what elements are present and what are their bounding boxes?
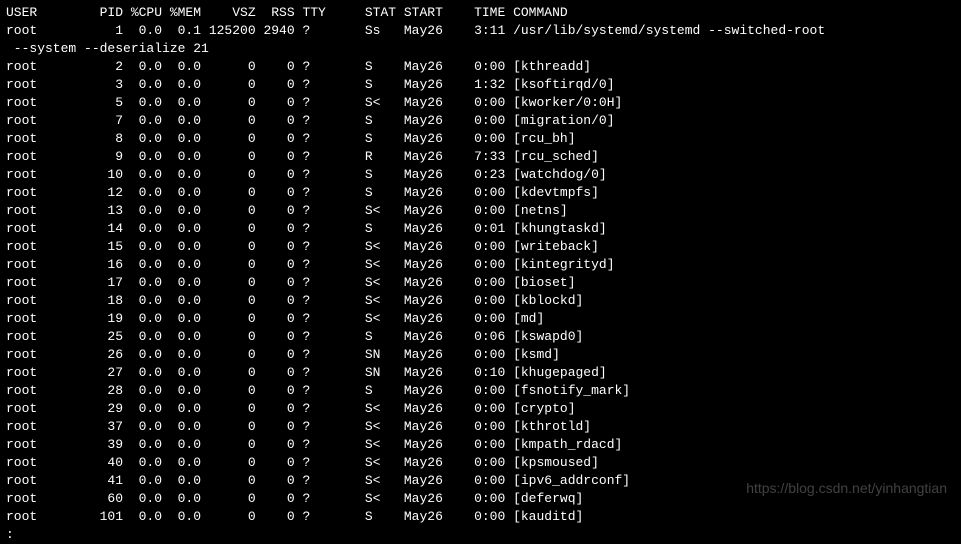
process-row: root 17 0.0 0.0 0 0 ? S< May26 0:00 [bio…: [6, 274, 955, 292]
process-row: root 12 0.0 0.0 0 0 ? S May26 0:00 [kdev…: [6, 184, 955, 202]
pager-prompt[interactable]: :: [6, 526, 955, 544]
process-row: root 8 0.0 0.0 0 0 ? S May26 0:00 [rcu_b…: [6, 130, 955, 148]
process-row: root 39 0.0 0.0 0 0 ? S< May26 0:00 [kmp…: [6, 436, 955, 454]
process-row: root 26 0.0 0.0 0 0 ? SN May26 0:00 [ksm…: [6, 346, 955, 364]
process-row: root 27 0.0 0.0 0 0 ? SN May26 0:10 [khu…: [6, 364, 955, 382]
process-row: root 18 0.0 0.0 0 0 ? S< May26 0:00 [kbl…: [6, 292, 955, 310]
process-row: root 16 0.0 0.0 0 0 ? S< May26 0:00 [kin…: [6, 256, 955, 274]
process-row: root 2 0.0 0.0 0 0 ? S May26 0:00 [kthre…: [6, 58, 955, 76]
process-row: root 29 0.0 0.0 0 0 ? S< May26 0:00 [cry…: [6, 400, 955, 418]
process-row: root 7 0.0 0.0 0 0 ? S May26 0:00 [migra…: [6, 112, 955, 130]
process-row: root 37 0.0 0.0 0 0 ? S< May26 0:00 [kth…: [6, 418, 955, 436]
process-row: root 25 0.0 0.0 0 0 ? S May26 0:06 [kswa…: [6, 328, 955, 346]
process-row: root 28 0.0 0.0 0 0 ? S May26 0:00 [fsno…: [6, 382, 955, 400]
process-row: root 1 0.0 0.1 125200 2940 ? Ss May26 3:…: [6, 22, 955, 40]
process-row: root 41 0.0 0.0 0 0 ? S< May26 0:00 [ipv…: [6, 472, 955, 490]
terminal-output[interactable]: USER PID %CPU %MEM VSZ RSS TTY STAT STAR…: [6, 4, 955, 526]
process-row: root 40 0.0 0.0 0 0 ? S< May26 0:00 [kps…: [6, 454, 955, 472]
process-row: root 60 0.0 0.0 0 0 ? S< May26 0:00 [def…: [6, 490, 955, 508]
process-row: root 10 0.0 0.0 0 0 ? S May26 0:23 [watc…: [6, 166, 955, 184]
process-row: root 19 0.0 0.0 0 0 ? S< May26 0:00 [md]: [6, 310, 955, 328]
process-row: root 3 0.0 0.0 0 0 ? S May26 1:32 [ksoft…: [6, 76, 955, 94]
process-row: root 101 0.0 0.0 0 0 ? S May26 0:00 [kau…: [6, 508, 955, 526]
process-row: root 9 0.0 0.0 0 0 ? R May26 7:33 [rcu_s…: [6, 148, 955, 166]
process-row: root 13 0.0 0.0 0 0 ? S< May26 0:00 [net…: [6, 202, 955, 220]
process-row: root 15 0.0 0.0 0 0 ? S< May26 0:00 [wri…: [6, 238, 955, 256]
process-row: root 5 0.0 0.0 0 0 ? S< May26 0:00 [kwor…: [6, 94, 955, 112]
process-table-header: USER PID %CPU %MEM VSZ RSS TTY STAT STAR…: [6, 4, 955, 22]
process-row-wrap: --system --deserialize 21: [6, 40, 955, 58]
process-row: root 14 0.0 0.0 0 0 ? S May26 0:01 [khun…: [6, 220, 955, 238]
